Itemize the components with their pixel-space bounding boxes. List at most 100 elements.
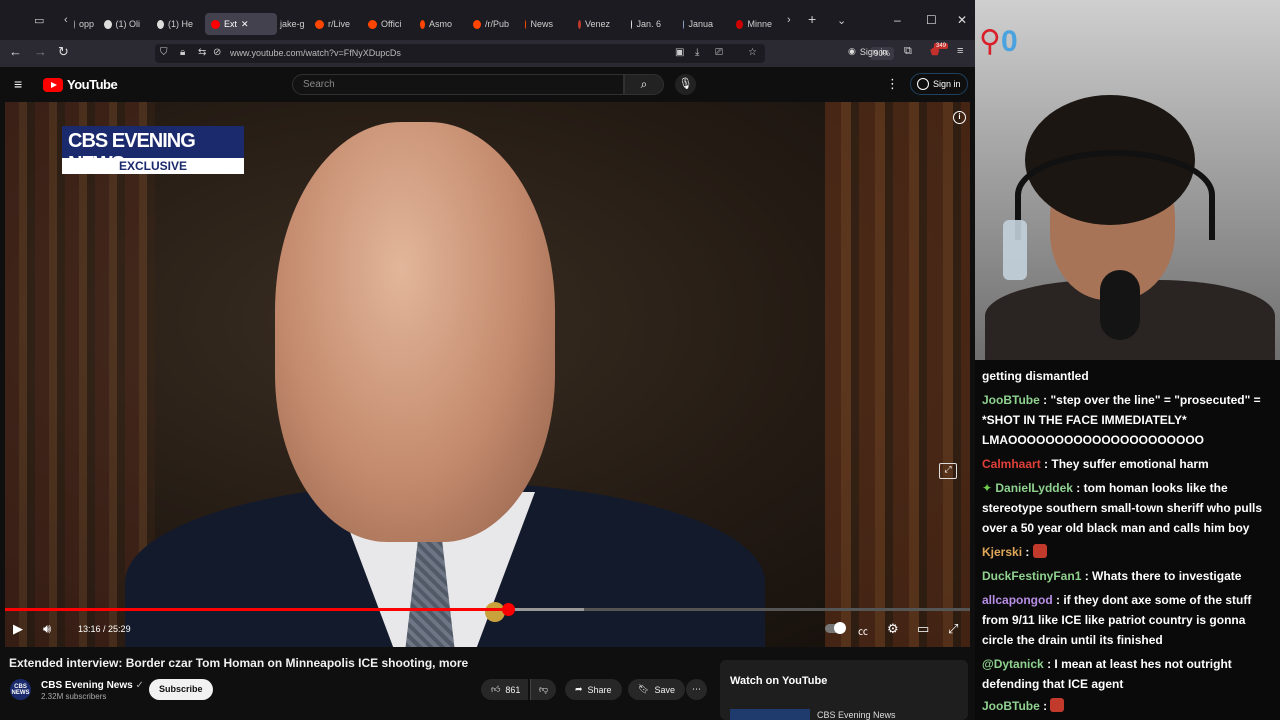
chat-username[interactable]: JooBTube xyxy=(982,393,1040,407)
shield-icon[interactable]: ⛉ xyxy=(160,47,168,58)
chat-username[interactable]: Calmhaart xyxy=(982,457,1041,471)
close-window-icon[interactable]: ✕ xyxy=(957,13,967,27)
youtube-signin-button[interactable]: Sign in xyxy=(910,73,968,95)
address-bar[interactable]: ⛉ 🔒︎ ⇆ ⊘ www.youtube.com/watch?v=FfNyXDu… xyxy=(155,44,895,63)
play-icon[interactable]: ▶ xyxy=(13,621,23,637)
menu-hamburger-icon[interactable]: ≡ xyxy=(957,45,963,57)
forward-arrow-icon[interactable]: → xyxy=(34,44,47,59)
progress-bar[interactable] xyxy=(5,603,970,616)
guide-menu-icon[interactable]: ≡ xyxy=(14,76,22,92)
settings-more-icon[interactable]: ⋮ xyxy=(886,76,899,92)
close-tab-icon[interactable]: ✕ xyxy=(241,19,249,30)
microphone xyxy=(1100,270,1140,340)
video-title[interactable]: Extended interview: Border czar Tom Homa… xyxy=(9,656,468,670)
chat-separator: : xyxy=(1040,457,1052,471)
browser-tab[interactable]: (1) Oli xyxy=(104,13,140,35)
channel-name[interactable]: CBS Evening News ✓ xyxy=(41,680,144,691)
chat-separator: : xyxy=(1052,593,1064,607)
fullscreen-icon[interactable]: ⤢ xyxy=(948,621,958,637)
extensions-icon[interactable]: ⧉ xyxy=(904,45,912,58)
maximize-icon[interactable]: ☐ xyxy=(926,13,937,27)
tab-favicon-icon xyxy=(104,19,112,29)
more-actions-button[interactable]: ⋯ xyxy=(686,679,707,700)
theater-mode-icon[interactable]: ▭ xyxy=(917,621,929,637)
browser-tab[interactable]: Minne xyxy=(736,13,772,35)
browser-tab[interactable]: (1) He xyxy=(157,13,193,35)
like-button[interactable]: 👍︎ 861 xyxy=(481,679,529,700)
channel-name-text: CBS Evening News xyxy=(41,680,133,691)
tab-favicon-icon xyxy=(525,19,527,29)
screenshot-icon[interactable]: ⎚ xyxy=(715,47,723,58)
browser-tab[interactable]: r/Live xyxy=(315,13,351,35)
subscribe-button[interactable]: Subscribe xyxy=(149,679,213,700)
voice-search-button[interactable]: 🎙︎ xyxy=(675,74,696,95)
reload-icon[interactable]: ↻ xyxy=(58,44,69,60)
tab-label: Minne xyxy=(747,19,772,29)
browser-tab[interactable]: Jan. 6 xyxy=(631,13,661,35)
chat-username[interactable]: @Dytanick xyxy=(982,657,1044,671)
youtube-header: ≡ YouTube Search ⌕ 🎙︎ ⋮ Sign in xyxy=(0,67,975,102)
browser-tab[interactable]: Offici xyxy=(368,13,404,35)
search-input[interactable]: Search xyxy=(292,74,624,95)
browser-signin-button[interactable]: ◉ Sign in xyxy=(848,46,887,57)
download-icon[interactable]: ⤓ xyxy=(695,47,699,58)
info-icon[interactable]: i xyxy=(953,111,966,124)
url-text[interactable]: www.youtube.com/watch?v=FfNyXDupcDs xyxy=(230,48,401,58)
new-tab-icon[interactable]: + xyxy=(808,11,816,27)
minimize-icon[interactable]: – xyxy=(894,13,901,27)
tab-scroll-left-icon[interactable]: ‹ xyxy=(64,14,68,26)
mute-icon[interactable]: ⊘ xyxy=(213,47,221,58)
chat-username[interactable]: allcapongod xyxy=(982,593,1053,607)
share-button[interactable]: ➦ Share xyxy=(565,679,622,700)
progress-played xyxy=(5,608,508,611)
streamer-webcam: ⚲0 xyxy=(975,0,1280,360)
share-arrow-icon: ➦ xyxy=(575,684,583,694)
miniplayer-expand-icon[interactable]: ⤢ xyxy=(939,463,957,479)
bookmark-star-icon[interactable]: ☆ xyxy=(748,47,757,58)
browser-tab[interactable]: Ext ✕ xyxy=(205,13,277,35)
browser-tab[interactable]: jake-g xyxy=(276,13,304,35)
account-icon: ◉ xyxy=(848,46,856,56)
tab-favicon-icon xyxy=(631,19,633,29)
chat-username[interactable]: DuckFestinyFan1 xyxy=(982,569,1081,583)
browser-tab[interactable]: News xyxy=(525,13,553,35)
browser-tab[interactable]: opp xyxy=(74,13,94,35)
dislike-button[interactable]: 👎︎ xyxy=(530,679,557,700)
browser-tab[interactable]: Janua xyxy=(683,13,713,35)
time-current: 13:16 xyxy=(78,624,101,634)
verified-icon: ✓ xyxy=(135,680,144,691)
tab-overview-icon[interactable]: ▭ xyxy=(34,14,44,27)
captions-icon[interactable]: ㏄ xyxy=(858,623,868,638)
tab-scroll-right-icon[interactable]: › xyxy=(787,14,791,26)
tab-label: (1) Oli xyxy=(115,19,141,29)
video-player[interactable]: CBS EVENING NEWS WITH TONY DOKOUPIL EXCL… xyxy=(5,102,970,647)
subscriber-count: 2.32M subscribers xyxy=(41,692,107,701)
back-arrow-icon[interactable]: ← xyxy=(9,44,22,59)
progress-scrubber-handle[interactable] xyxy=(501,603,515,616)
youtube-logo[interactable]: YouTube xyxy=(43,77,118,92)
search-button[interactable]: ⌕ xyxy=(624,74,664,95)
browser-tab[interactable]: /r/Pub xyxy=(473,13,509,35)
chat-username[interactable]: Kjerski xyxy=(982,545,1022,559)
browser-tab[interactable]: Venez xyxy=(578,13,610,35)
permissions-icon[interactable]: ⇆ xyxy=(198,47,206,58)
tab-favicon-icon xyxy=(315,19,324,29)
volume-icon[interactable]: 🔊︎ xyxy=(43,621,51,637)
microphone-icon: 🎙︎ xyxy=(678,78,693,90)
autoplay-toggle[interactable] xyxy=(825,622,846,634)
save-button[interactable]: 🔖︎ Save xyxy=(628,679,685,700)
watch-on-youtube-card[interactable]: Watch on YouTube CBS Evening News xyxy=(720,660,968,720)
watch-thumbnail[interactable] xyxy=(730,709,810,720)
chat-username[interactable]: DanielLyddek xyxy=(995,481,1073,495)
settings-gear-icon[interactable]: ⚙ xyxy=(887,621,899,637)
time-total: 25:29 xyxy=(108,624,131,634)
channel-avatar[interactable]: CBS NEWS xyxy=(10,679,31,700)
chat-username[interactable]: JooBTube xyxy=(982,699,1040,713)
chat-separator: : xyxy=(1039,393,1051,407)
browser-tab[interactable]: Asmo xyxy=(420,13,452,35)
watch-on-youtube-title: Watch on YouTube xyxy=(730,675,828,687)
reader-view-icon[interactable]: ▣ xyxy=(675,47,684,58)
tab-list-chevron-down-icon[interactable]: ⌄ xyxy=(837,14,846,27)
youtube-logo-text: YouTube xyxy=(67,77,118,92)
lock-icon[interactable]: 🔒︎ xyxy=(180,47,185,58)
